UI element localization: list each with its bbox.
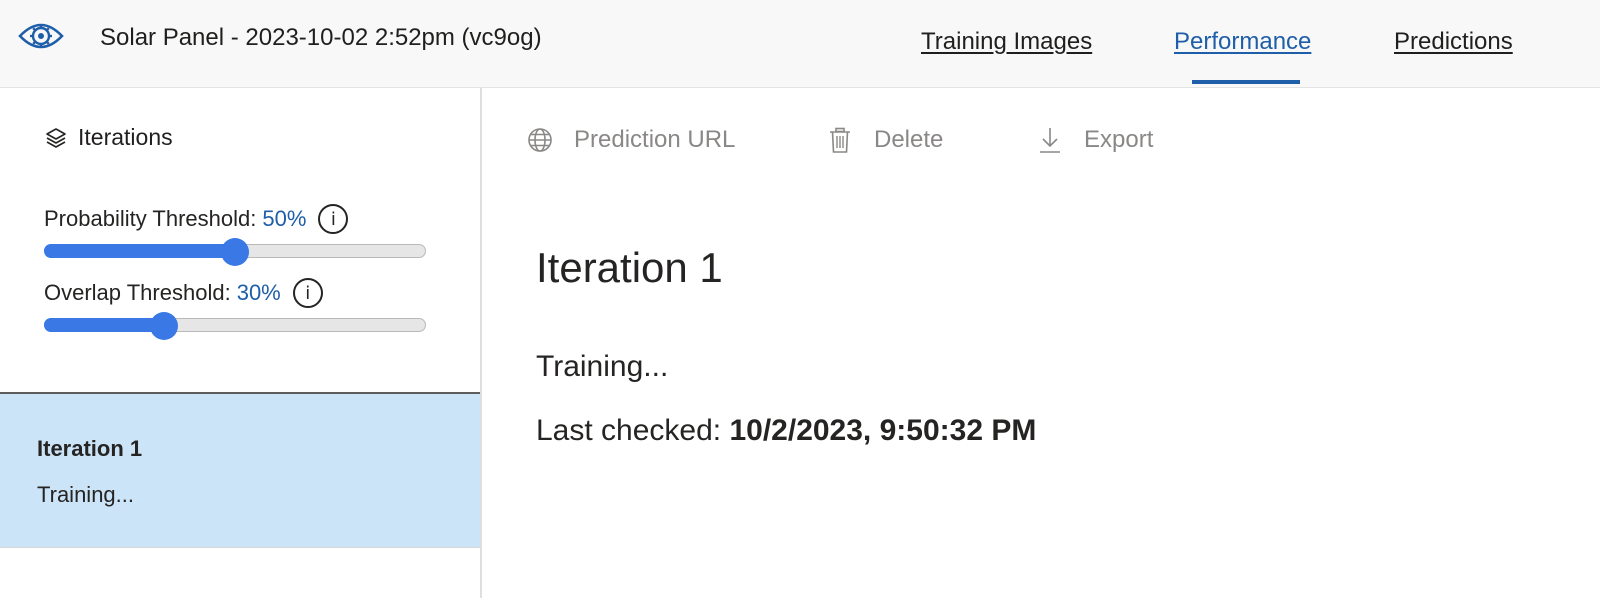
overlap-threshold-label: Overlap Threshold: 30% i <box>44 278 323 308</box>
overlap-threshold-text: Overlap Threshold: <box>44 280 231 305</box>
last-checked-value: 10/2/2023, 9:50:32 PM <box>729 414 1037 447</box>
download-icon <box>1040 128 1060 153</box>
info-icon[interactable]: i <box>318 204 349 234</box>
export-button[interactable]: Export <box>1036 126 1153 154</box>
probability-threshold-text: Probability Threshold: <box>44 206 257 231</box>
last-checked-label: Last checked: <box>536 414 722 447</box>
active-tab-indicator <box>1192 80 1300 84</box>
slider-fill <box>44 318 165 332</box>
iteration-list-item[interactable]: Iteration 1 Training... <box>0 394 480 548</box>
overlap-threshold-slider[interactable] <box>44 312 426 340</box>
iteration-item-name: Iteration 1 <box>37 436 143 461</box>
export-label: Export <box>1084 126 1154 153</box>
globe-icon <box>528 128 552 152</box>
overlap-threshold-value: 30% <box>236 280 281 305</box>
tab-predictions[interactable]: Predictions <box>1394 28 1513 56</box>
delete-label: Delete <box>874 126 944 153</box>
iterations-sidebar: Iterations Probability Threshold: 50% i … <box>0 88 482 598</box>
info-icon[interactable]: i <box>292 278 323 308</box>
layers-icon <box>46 127 66 148</box>
delete-button[interactable]: Delete <box>826 126 943 154</box>
probability-threshold-slider[interactable] <box>44 238 426 266</box>
eye-gear-icon[interactable] <box>18 18 64 54</box>
iteration-item-status: Training... <box>37 482 135 507</box>
iterations-header: Iterations <box>44 124 173 151</box>
iteration-title: Iteration 1 <box>536 244 723 291</box>
app-header: Solar Panel - 2023-10-02 2:52pm (vc9og) … <box>0 0 1600 88</box>
iterations-label: Iterations <box>78 124 173 150</box>
tab-performance[interactable]: Performance <box>1174 28 1311 56</box>
slider-thumb[interactable] <box>221 238 249 266</box>
slider-thumb[interactable] <box>150 312 179 340</box>
probability-threshold-value: 50% <box>262 206 307 231</box>
trash-icon <box>830 127 850 153</box>
tab-training-images[interactable]: Training Images <box>921 28 1092 56</box>
project-title: Solar Panel - 2023-10-02 2:52pm (vc9og) <box>100 24 542 51</box>
prediction-url-button[interactable]: Prediction URL <box>526 126 735 154</box>
last-checked: Last checked: 10/2/2023, 9:50:32 PM <box>536 414 1036 448</box>
prediction-url-label: Prediction URL <box>574 126 736 153</box>
probability-threshold-label: Probability Threshold: 50% i <box>44 204 349 234</box>
slider-fill <box>44 244 235 258</box>
training-status: Training... <box>536 350 669 383</box>
